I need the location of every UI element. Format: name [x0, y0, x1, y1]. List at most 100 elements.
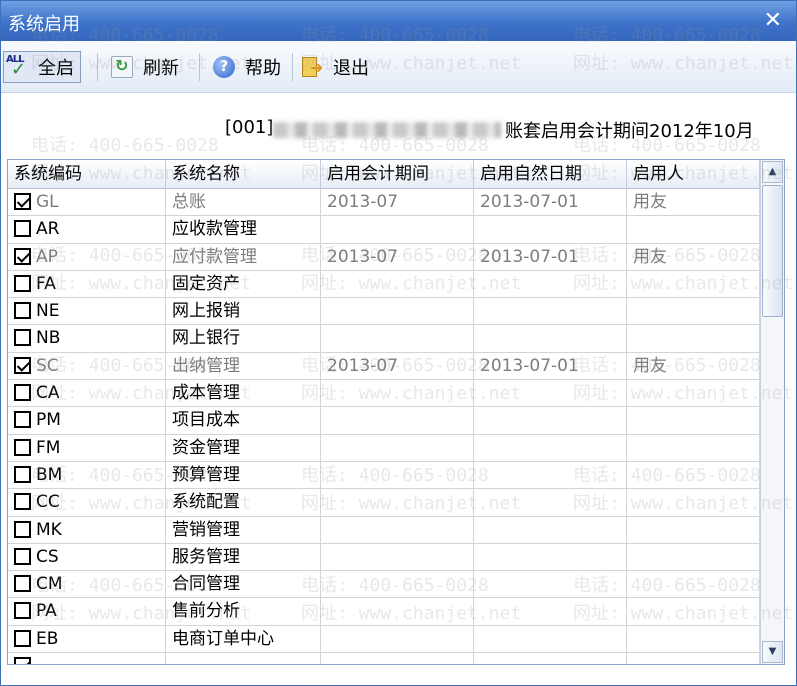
- table-row[interactable]: FM 资金管理: [8, 434, 760, 462]
- system-code-cell[interactable]: AP: [8, 243, 166, 271]
- select-all-label: 全启: [38, 58, 74, 79]
- enable-date: 2013-07-01: [474, 189, 627, 216]
- table-row-partial[interactable]: [8, 653, 760, 664]
- enable-period: 2013-07: [321, 189, 474, 216]
- scroll-up-icon[interactable]: ▲: [762, 161, 783, 183]
- header-enable-date[interactable]: 启用自然日期: [474, 160, 627, 189]
- table-row[interactable]: CA 成本管理: [8, 380, 760, 408]
- header-system-name[interactable]: 系统名称: [166, 160, 321, 189]
- system-code: CC: [36, 492, 60, 513]
- enable-checkbox[interactable]: [14, 493, 31, 511]
- enable-checkbox[interactable]: [14, 329, 31, 347]
- enable-checkbox[interactable]: [14, 220, 31, 238]
- enable-checkbox[interactable]: [14, 302, 31, 320]
- system-code: EB: [36, 628, 59, 649]
- table-row[interactable]: PA 售前分析: [8, 598, 760, 626]
- enabled-by: [627, 380, 760, 408]
- table-row[interactable]: NE 网上报销: [8, 298, 760, 326]
- enabled-by: [627, 489, 760, 517]
- system-name: 电商订单中心: [166, 625, 321, 653]
- table-row[interactable]: AR 应收款管理: [8, 216, 760, 244]
- enable-checkbox[interactable]: [14, 193, 31, 210]
- header-system-code[interactable]: 系统编码: [8, 160, 166, 189]
- system-code-cell[interactable]: CM: [8, 571, 166, 599]
- system-code-cell[interactable]: BM: [8, 461, 166, 489]
- table-row[interactable]: CM 合同管理: [8, 571, 760, 599]
- system-code-cell[interactable]: NE: [8, 298, 166, 326]
- table-row[interactable]: CS 服务管理: [8, 543, 760, 572]
- table-row[interactable]: SC 出纳管理 2013-07 2013-07-01 用友: [8, 352, 760, 381]
- system-code-cell[interactable]: AR: [8, 216, 166, 244]
- system-name: 出纳管理: [166, 352, 321, 380]
- table-row[interactable]: GL 总账 2013-07 2013-07-01 用友: [8, 189, 760, 217]
- enabled-by: 用友: [627, 189, 760, 216]
- header-enable-period[interactable]: 启用会计期间: [321, 160, 474, 189]
- redacted-account-name: [273, 122, 501, 138]
- enabled-by: 用友: [627, 243, 760, 271]
- table-row[interactable]: MK 营销管理: [8, 516, 760, 544]
- table-row[interactable]: FA 固定资产: [8, 270, 760, 299]
- system-code-cell[interactable]: EB: [8, 625, 166, 653]
- system-name: 应付款管理: [166, 243, 321, 271]
- system-code-cell[interactable]: PM: [8, 407, 166, 435]
- enable-checkbox[interactable]: [14, 384, 31, 402]
- table-row[interactable]: BM 预算管理: [8, 461, 760, 490]
- enable-checkbox[interactable]: [14, 575, 31, 593]
- system-code-cell[interactable]: CS: [8, 543, 166, 571]
- enable-checkbox[interactable]: [14, 247, 31, 265]
- watermark-phone: 电话: 400-665-0028: [31, 681, 219, 686]
- close-icon[interactable]: ✕: [764, 8, 782, 33]
- enable-checkbox[interactable]: [14, 274, 31, 292]
- system-code-cell[interactable]: GL: [8, 189, 166, 216]
- refresh-icon: ↻: [111, 56, 133, 78]
- system-code-cell[interactable]: MK: [8, 516, 166, 544]
- enable-date: 2013-07-01: [474, 243, 627, 271]
- enable-date: 2013-07-01: [474, 352, 627, 380]
- help-button[interactable]: ? 帮助: [213, 51, 281, 83]
- system-name: 合同管理: [166, 571, 321, 599]
- table-row[interactable]: AP 应付款管理 2013-07 2013-07-01 用友: [8, 243, 760, 271]
- table-row[interactable]: CC 系统配置: [8, 489, 760, 517]
- enable-checkbox[interactable]: [14, 547, 31, 565]
- header-enabled-by[interactable]: 启用人: [627, 160, 760, 189]
- scroll-thumb[interactable]: [762, 185, 783, 317]
- table-row[interactable]: NB 网上银行: [8, 325, 760, 353]
- select-all-button[interactable]: ALL ✓ 全启: [3, 51, 81, 83]
- system-code-cell[interactable]: PA: [8, 598, 166, 626]
- system-code: BM: [36, 464, 63, 485]
- refresh-label: 刷新: [143, 58, 179, 79]
- enable-period: [321, 625, 474, 653]
- enable-date: [474, 407, 627, 435]
- enabled-by: [627, 543, 760, 571]
- enable-checkbox[interactable]: [14, 520, 31, 538]
- system-code: AP: [36, 246, 58, 267]
- system-name: 售前分析: [166, 598, 321, 626]
- enable-checkbox[interactable]: [14, 602, 31, 620]
- table-row[interactable]: PM 项目成本: [8, 407, 760, 435]
- system-code-cell[interactable]: FM: [8, 434, 166, 462]
- table-row[interactable]: EB 电商订单中心: [8, 625, 760, 654]
- enabled-by: [627, 407, 760, 435]
- system-name: 服务管理: [166, 543, 321, 571]
- enabled-by: [627, 625, 760, 653]
- system-code-cell[interactable]: NB: [8, 325, 166, 353]
- refresh-button[interactable]: ↻ 刷新: [111, 51, 179, 83]
- system-name: 固定资产: [166, 270, 321, 298]
- system-name: 成本管理: [166, 380, 321, 408]
- system-code-cell[interactable]: SC: [8, 352, 166, 380]
- enable-date: [474, 216, 627, 244]
- system-code-cell[interactable]: CA: [8, 380, 166, 408]
- system-code-cell[interactable]: CC: [8, 489, 166, 517]
- enable-checkbox[interactable]: [14, 438, 31, 456]
- enable-checkbox[interactable]: [14, 411, 31, 429]
- system-name: 网上银行: [166, 325, 321, 353]
- vertical-scrollbar[interactable]: ▲ ▼: [760, 160, 784, 664]
- enable-checkbox[interactable]: [14, 629, 31, 647]
- exit-button[interactable]: ➜ 退出: [301, 51, 369, 83]
- system-code-cell[interactable]: FA: [8, 270, 166, 298]
- enable-checkbox[interactable]: [14, 657, 31, 664]
- enable-period: [321, 543, 474, 571]
- scroll-down-icon[interactable]: ▼: [762, 641, 783, 663]
- enable-checkbox[interactable]: [14, 465, 31, 483]
- enable-checkbox[interactable]: [14, 356, 31, 374]
